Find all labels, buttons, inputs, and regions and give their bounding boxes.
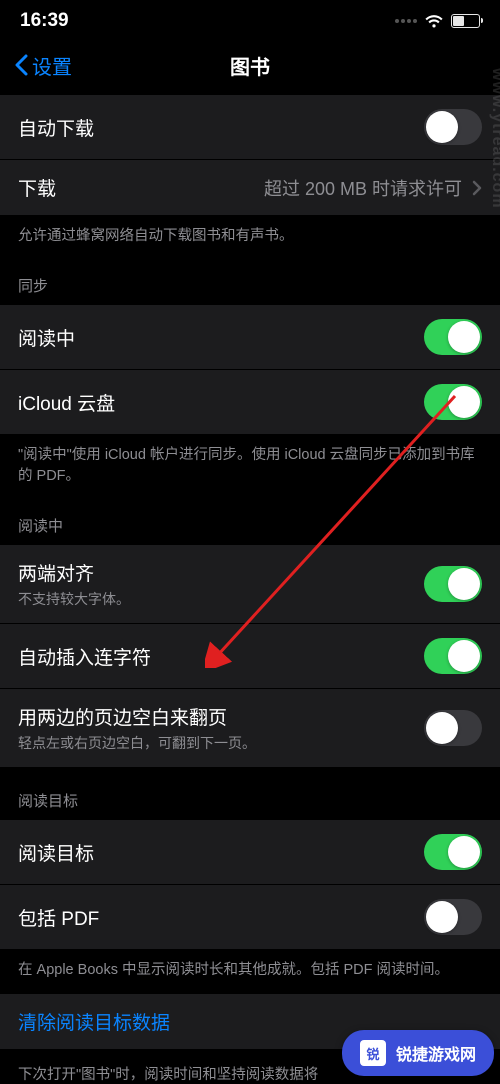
row-download-limit[interactable]: 下载 超过 200 MB 时请求许可 — [0, 160, 500, 216]
status-bar: 16:39 — [0, 0, 500, 40]
row-margin-tap[interactable]: 用两边的页边空白来翻页 轻点左或右页边空白，可翻到下一页。 — [0, 689, 500, 768]
back-button[interactable]: 设置 — [14, 51, 72, 80]
row-label: 清除阅读目标数据 — [18, 1008, 170, 1035]
row-label: 用两边的页边空白来翻页 — [18, 703, 256, 730]
wifi-icon — [424, 14, 444, 29]
watermark-text: www.ytread.com — [488, 68, 500, 209]
row-sublabel: 轻点左或右页边空白，可翻到下一页。 — [18, 733, 256, 753]
row-label: 两端对齐 — [18, 559, 130, 586]
goals-footer: 在 Apple Books 中显示阅读时长和其他成就。包括 PDF 阅读时间。 — [0, 950, 500, 987]
row-auto-download[interactable]: 自动下载 — [0, 94, 500, 160]
nav-bar: 设置 图书 — [0, 40, 500, 94]
row-label: 下载 — [18, 174, 56, 201]
toggle-auto-download[interactable] — [424, 109, 482, 145]
download-footer: 允许通过蜂窝网络自动下载图书和有声书。 — [0, 216, 500, 253]
row-label: 包括 PDF — [18, 904, 99, 931]
toggle-margin-tap[interactable] — [424, 710, 482, 746]
toggle-justify[interactable] — [424, 566, 482, 602]
sync-footer: "阅读中"使用 iCloud 帐户进行同步。使用 iCloud 云盘同步已添加到… — [0, 435, 500, 493]
cellular-dots-icon — [395, 19, 417, 23]
toggle-icloud[interactable] — [424, 384, 482, 420]
toggle-goals[interactable] — [424, 834, 482, 870]
row-label: 阅读中 — [18, 324, 75, 351]
row-include-pdf[interactable]: 包括 PDF — [0, 885, 500, 950]
page-title: 图书 — [230, 51, 270, 80]
chevron-right-icon — [472, 180, 482, 196]
toggle-reading-now[interactable] — [424, 319, 482, 355]
badge-logo-icon: 锐 — [360, 1040, 386, 1066]
toggle-include-pdf[interactable] — [424, 899, 482, 935]
status-time: 16:39 — [20, 10, 69, 32]
source-badge: 锐 锐捷游戏网 — [342, 1030, 494, 1076]
row-label: 自动插入连字符 — [18, 643, 151, 670]
row-sublabel: 不支持较大字体。 — [18, 589, 130, 609]
row-label: 自动下载 — [18, 114, 94, 141]
battery-icon — [451, 14, 480, 28]
goals-header: 阅读目标 — [0, 768, 500, 819]
status-indicators — [395, 14, 480, 29]
badge-text: 锐捷游戏网 — [396, 1041, 476, 1065]
row-icloud-drive[interactable]: iCloud 云盘 — [0, 370, 500, 435]
row-justify[interactable]: 两端对齐 不支持较大字体。 — [0, 544, 500, 624]
row-reading-goals[interactable]: 阅读目标 — [0, 819, 500, 885]
row-label: 阅读目标 — [18, 839, 94, 866]
row-label: iCloud 云盘 — [18, 389, 115, 416]
back-label: 设置 — [32, 51, 72, 80]
chevron-left-icon — [14, 54, 28, 76]
sync-header: 同步 — [0, 253, 500, 304]
row-reading-now-sync[interactable]: 阅读中 — [0, 304, 500, 370]
row-value: 超过 200 MB 时请求许可 — [264, 175, 482, 201]
row-hyphenation[interactable]: 自动插入连字符 — [0, 624, 500, 689]
toggle-hyphenation[interactable] — [424, 638, 482, 674]
reading-header: 阅读中 — [0, 493, 500, 544]
